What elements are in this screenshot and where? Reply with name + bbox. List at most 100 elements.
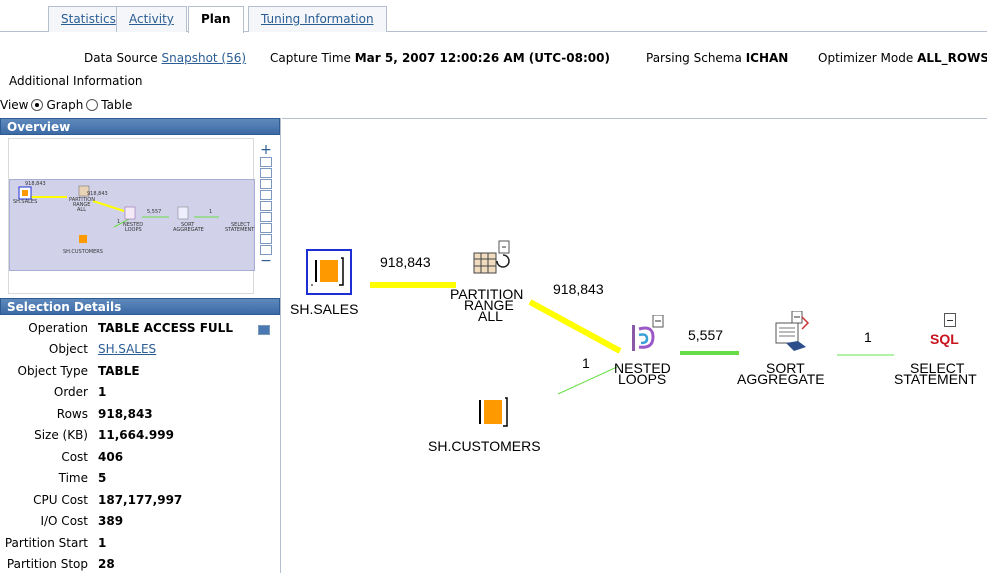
detail-label: Size (KB) bbox=[0, 428, 98, 442]
zoom-step[interactable] bbox=[260, 201, 272, 211]
overview-graph bbox=[9, 139, 255, 295]
detail-value: 187,177,997 bbox=[98, 493, 182, 507]
view-selector: View Graph Table bbox=[0, 98, 132, 112]
detail-label: I/O Cost bbox=[0, 514, 98, 528]
zoom-step[interactable] bbox=[260, 179, 272, 189]
detail-row: OperationTABLE ACCESS FULL bbox=[0, 317, 280, 339]
node-nested-loops[interactable] bbox=[627, 315, 673, 357]
detail-row: Partition Start1 bbox=[0, 532, 280, 554]
edge-label: 1 bbox=[582, 355, 590, 371]
detail-row: Object TypeTABLE bbox=[0, 360, 280, 382]
detail-value: TABLE bbox=[98, 364, 140, 378]
additional-information[interactable]: Additional Information bbox=[9, 74, 143, 88]
detail-label: Cost bbox=[0, 450, 98, 464]
optimizer-mode: Optimizer Mode ALL_ROWS bbox=[818, 51, 987, 65]
graph-radio-label[interactable]: Graph bbox=[46, 98, 83, 112]
detail-value: 5 bbox=[98, 471, 106, 485]
node-sh-sales[interactable] bbox=[306, 249, 352, 295]
tab-activity[interactable]: Activity bbox=[116, 6, 187, 32]
node-partition-range-all[interactable] bbox=[469, 239, 515, 285]
node-label: AGGREGATE bbox=[737, 374, 825, 385]
node-sh-customers[interactable] bbox=[473, 393, 513, 433]
overview-header: Overview bbox=[0, 118, 280, 135]
partition-icon bbox=[469, 239, 515, 285]
detail-value: TABLE ACCESS FULL bbox=[98, 321, 233, 335]
detail-row: Time5 bbox=[0, 468, 280, 490]
left-panel: Overview 918,843 918,843 SH.SALES PARTIT… bbox=[0, 118, 281, 573]
tab-tuning-information[interactable]: Tuning Information bbox=[248, 6, 387, 32]
detail-row: CPU Cost187,177,997 bbox=[0, 489, 280, 511]
capture-time: Capture Time Mar 5, 2007 12:00:26 AM (UT… bbox=[270, 51, 610, 65]
table-access-icon bbox=[473, 393, 513, 433]
overview-label: ALL bbox=[77, 207, 86, 213]
detail-label: Operation bbox=[0, 321, 98, 335]
tab-plan[interactable]: Plan bbox=[188, 6, 244, 33]
optimizer-mode-value: ALL_ROWS bbox=[917, 51, 987, 65]
overview-label: STATEMENT bbox=[225, 227, 254, 233]
edge-label: 1 bbox=[864, 329, 872, 345]
edge-customers-nested bbox=[558, 367, 617, 394]
detail-row: Cost406 bbox=[0, 446, 280, 468]
graph-radio[interactable] bbox=[31, 99, 43, 111]
edge-partition-nested bbox=[530, 302, 620, 351]
detail-value: 1 bbox=[98, 536, 106, 550]
overview-label: SH.SALES bbox=[13, 199, 37, 205]
detail-label: Object Type bbox=[0, 364, 98, 378]
detail-label: Partition Stop bbox=[0, 557, 98, 571]
node-sort-aggregate[interactable] bbox=[772, 311, 818, 355]
detail-value: 389 bbox=[98, 514, 123, 528]
parsing-schema: Parsing Schema ICHAN bbox=[646, 51, 788, 65]
sort-aggregate-icon bbox=[772, 311, 818, 355]
capture-time-value: Mar 5, 2007 12:00:26 AM (UTC-08:00) bbox=[355, 51, 610, 65]
overview-label: 918,843 bbox=[25, 181, 46, 187]
zoom-step[interactable] bbox=[260, 157, 272, 167]
nested-loops-icon bbox=[627, 315, 673, 357]
data-source-link[interactable]: Snapshot (56) bbox=[162, 51, 247, 65]
detail-label: Time bbox=[0, 471, 98, 485]
overview-label: 5,557 bbox=[147, 209, 161, 215]
edge-label: 5,557 bbox=[688, 327, 723, 343]
table-radio-label[interactable]: Table bbox=[101, 98, 132, 112]
detail-row: ObjectSH.SALES bbox=[0, 339, 280, 361]
overview-label: SH.CUSTOMERS bbox=[63, 249, 103, 255]
edge-label: 918,843 bbox=[553, 281, 604, 297]
zoom-out-icon[interactable]: − bbox=[258, 256, 274, 266]
detail-row: Size (KB)11,664.999 bbox=[0, 425, 280, 447]
detail-value: 918,843 bbox=[98, 407, 153, 421]
detail-label: Order bbox=[0, 385, 98, 399]
tab-bar: Statistics Activity Plan Tuning Informat… bbox=[0, 0, 987, 32]
node-label: ALL bbox=[478, 311, 503, 322]
table-access-icon bbox=[308, 251, 350, 293]
plan-graph[interactable]: SH.SALES 918,843 PARTITION RANGE ALL 918… bbox=[282, 118, 987, 573]
detail-value: 28 bbox=[98, 557, 115, 571]
overview-canvas[interactable]: 918,843 918,843 SH.SALES PARTITION RANGE… bbox=[8, 138, 254, 294]
detail-row: Partition Stop28 bbox=[0, 554, 280, 575]
overview-label: 1 bbox=[117, 219, 120, 225]
selection-details-panel: Selection Details OperationTABLE ACCESS … bbox=[0, 298, 280, 575]
zoom-step[interactable] bbox=[260, 212, 272, 222]
zoom-step[interactable] bbox=[260, 168, 272, 178]
zoom-slider[interactable]: + − bbox=[258, 144, 274, 294]
zoom-in-icon[interactable]: + bbox=[258, 144, 274, 156]
selection-details-header: Selection Details bbox=[0, 298, 280, 315]
overview-label: LOOPS bbox=[125, 227, 142, 233]
node-label: SH.SALES bbox=[290, 304, 358, 315]
object-link[interactable]: SH.SALES bbox=[98, 342, 156, 356]
selection-details-table: OperationTABLE ACCESS FULL ObjectSH.SALE… bbox=[0, 317, 280, 575]
zoom-step[interactable] bbox=[260, 190, 272, 200]
node-label: STATEMENT bbox=[894, 374, 977, 385]
detail-row: Order1 bbox=[0, 382, 280, 404]
data-source-label: Data Source bbox=[84, 51, 158, 65]
sql-icon bbox=[944, 313, 956, 327]
optimizer-mode-label: Optimizer Mode bbox=[818, 51, 913, 65]
detail-label: Object bbox=[0, 342, 98, 356]
node-select-statement[interactable]: SQL bbox=[920, 313, 966, 353]
zoom-step[interactable] bbox=[260, 223, 272, 233]
detail-label: Rows bbox=[0, 407, 98, 421]
detail-row: I/O Cost389 bbox=[0, 511, 280, 533]
capture-time-label: Capture Time bbox=[270, 51, 351, 65]
node-label: LOOPS bbox=[618, 374, 666, 385]
table-radio[interactable] bbox=[86, 99, 98, 111]
zoom-step[interactable] bbox=[260, 234, 272, 244]
overview-label: AGGREGATE bbox=[173, 227, 204, 233]
